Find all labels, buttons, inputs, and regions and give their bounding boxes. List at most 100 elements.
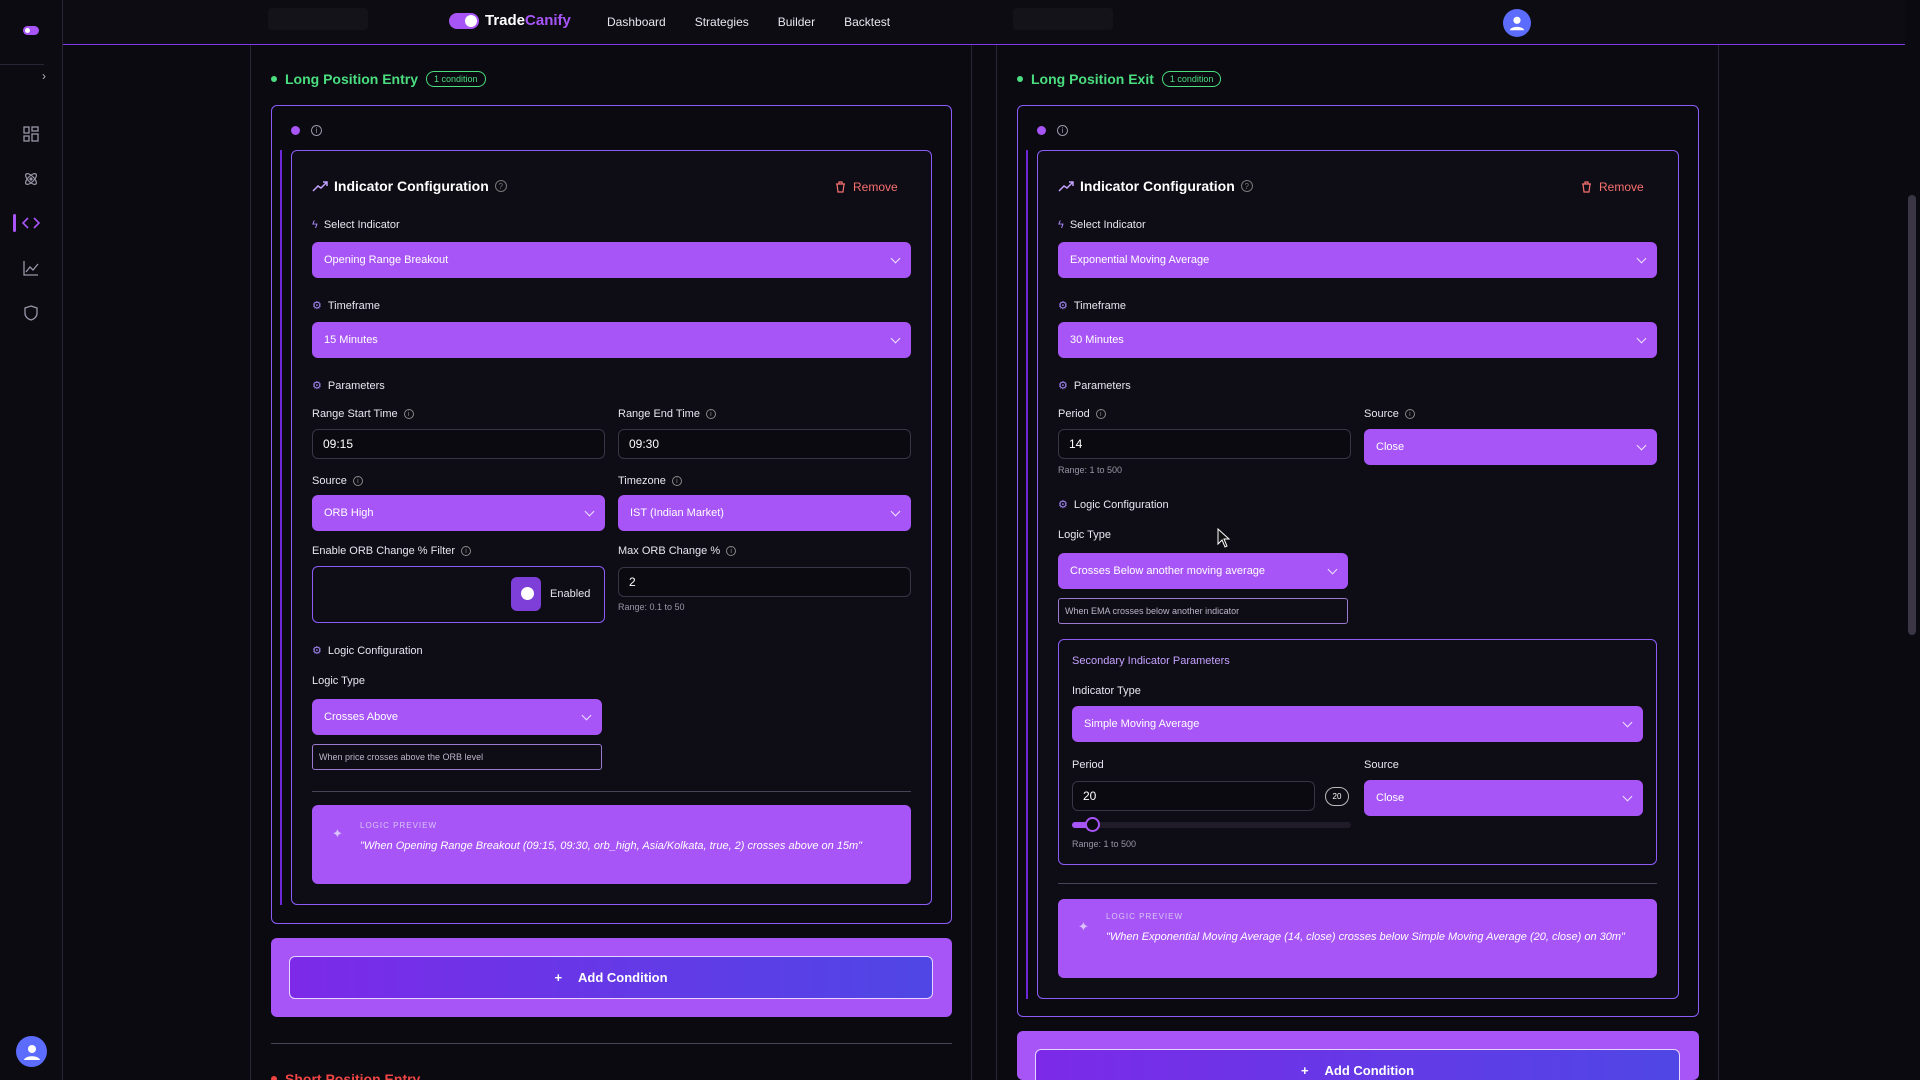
logic-preview-heading: LOGIC PREVIEW — [1106, 912, 1184, 921]
max-orb-label: Max ORB Change % i — [618, 545, 737, 557]
sec-period-label: Period — [1072, 759, 1104, 771]
range-end-label: Range End Time i — [618, 408, 716, 420]
indicator-type-select[interactable]: Simple Moving Average — [1072, 706, 1643, 742]
info-icon[interactable]: i — [705, 409, 716, 419]
secondary-params-title: Secondary Indicator Parameters — [1072, 655, 1230, 667]
sec-period-value-badge: 20 — [1325, 787, 1349, 806]
help-icon[interactable]: ? — [494, 180, 507, 192]
info-icon[interactable]: i — [311, 125, 322, 136]
sec-period-hint: Range: 1 to 500 — [1072, 839, 1137, 849]
timezone-label: Timezone i — [618, 475, 682, 487]
info-icon[interactable]: i — [403, 409, 414, 419]
section-title: Long Position Exit — [1031, 71, 1154, 87]
remove-button[interactable]: Remove — [835, 180, 898, 194]
info-icon[interactable]: i — [726, 546, 737, 556]
remove-label: Remove — [1599, 180, 1644, 194]
remove-label: Remove — [853, 180, 898, 194]
parameters-label: ⚙ Parameters — [1058, 379, 1131, 393]
logic-type-select[interactable]: Crosses Above — [312, 699, 602, 735]
atom-icon[interactable] — [20, 168, 42, 190]
nav-strategies[interactable]: Strategies — [695, 15, 749, 29]
mouse-cursor-icon — [1217, 528, 1231, 548]
select-indicator-label: ϟ Select Indicator — [312, 219, 400, 231]
chevron-down-icon — [1622, 717, 1633, 728]
source-select[interactable]: ORB High — [312, 495, 605, 531]
brand[interactable]: TradeCanify — [449, 12, 571, 29]
indicator-select[interactable]: Exponential Moving Average — [1058, 242, 1657, 278]
gear-icon: ⚙ — [312, 645, 322, 657]
brand-logo-icon — [449, 12, 479, 29]
max-orb-hint: Range: 0.1 to 50 — [618, 602, 685, 612]
indicator-type-label: Indicator Type — [1072, 685, 1141, 697]
code-icon[interactable] — [13, 212, 42, 234]
remove-button[interactable]: Remove — [1581, 180, 1644, 194]
long-exit-header: Long Position Exit 1 condition — [1017, 71, 1222, 87]
user-menu-avatar[interactable] — [1503, 9, 1531, 37]
timezone-select[interactable]: IST (Indian Market) — [618, 495, 911, 531]
chevron-down-icon — [1636, 253, 1647, 264]
help-icon[interactable]: ? — [1240, 180, 1253, 192]
dashboard-grid-icon[interactable] — [20, 123, 42, 145]
timeframe-select[interactable]: 30 Minutes — [1058, 322, 1657, 358]
range-end-input[interactable]: 09:30 — [618, 429, 911, 459]
condition-count-badge: 1 condition — [426, 71, 486, 87]
long-entry-header: Long Position Entry 1 condition — [271, 71, 486, 87]
sec-source-select[interactable]: Close — [1364, 780, 1643, 816]
parameters-label: ⚙ Parameters — [312, 379, 385, 393]
source-label: Source i — [312, 475, 363, 487]
logic-type-label: Logic Type — [1058, 529, 1112, 541]
scrollbar-thumb[interactable] — [1908, 195, 1916, 635]
logic-type-select[interactable]: Crosses Below another moving average — [1058, 553, 1348, 589]
gear-icon: ⚙ — [312, 300, 322, 312]
slider-handle[interactable] — [1085, 817, 1100, 832]
indicator-select[interactable]: Opening Range Breakout — [312, 242, 911, 278]
shield-icon[interactable] — [20, 302, 42, 324]
chevron-down-icon — [890, 253, 901, 264]
secondary-params-card — [1058, 639, 1657, 865]
indicator-config-title: Indicator Configuration ? — [1058, 178, 1253, 194]
card-title-text: Indicator Configuration — [1080, 178, 1235, 194]
logic-config-label: ⚙ Logic Configuration — [312, 644, 423, 658]
chevron-down-icon — [581, 710, 592, 721]
sec-period-input[interactable]: 20 — [1072, 781, 1315, 811]
nav-builder[interactable]: Builder — [778, 15, 815, 29]
info-icon[interactable]: i — [461, 546, 472, 556]
indicator-config-title: Indicator Configuration ? — [312, 178, 507, 194]
add-condition-button[interactable]: + Add Condition — [1035, 1049, 1680, 1080]
timeframe-label: ⚙ Timeframe — [312, 299, 381, 313]
sec-period-slider[interactable] — [1072, 817, 1351, 832]
status-dot — [271, 1076, 277, 1080]
sparkle-icon: ✦ — [1078, 919, 1089, 934]
plus-icon: + — [1300, 1063, 1309, 1078]
condition-rule — [280, 150, 282, 905]
source-select[interactable]: Close — [1364, 429, 1657, 465]
timeframe-select[interactable]: 15 Minutes — [312, 322, 911, 358]
info-icon[interactable]: i — [1057, 125, 1068, 136]
info-icon[interactable]: i — [671, 476, 682, 486]
condition-dot — [1037, 126, 1046, 135]
sparkle-icon: ✦ — [332, 826, 343, 841]
brand-name: TradeCanify — [485, 12, 571, 29]
user-avatar[interactable] — [16, 1036, 47, 1067]
info-icon[interactable]: i — [1404, 409, 1415, 419]
max-orb-input[interactable]: 2 — [618, 567, 911, 597]
chart-line-icon[interactable] — [20, 257, 42, 279]
timeframe-label: ⚙ Timeframe — [1058, 299, 1127, 313]
nav-backtest[interactable]: Backtest — [844, 15, 890, 29]
orb-filter-toggle[interactable] — [511, 577, 541, 611]
expand-sidebar-icon[interactable]: › — [42, 69, 46, 83]
add-condition-button[interactable]: + Add Condition — [289, 956, 933, 999]
info-icon[interactable]: i — [1095, 409, 1106, 419]
nav-dashboard[interactable]: Dashboard — [607, 15, 666, 29]
logo-icon[interactable] — [23, 26, 39, 35]
logic-description: When EMA crosses below another indicator — [1058, 598, 1348, 624]
sidebar-divider — [0, 64, 44, 65]
period-input[interactable]: 14 — [1058, 429, 1351, 459]
condition-count-badge: 1 condition — [1161, 71, 1222, 87]
logic-preview: ✦ LOGIC PREVIEW "When Opening Range Brea… — [312, 805, 911, 884]
gear-icon: ⚙ — [1058, 380, 1068, 392]
info-icon[interactable]: i — [352, 476, 363, 486]
sidebar: › — [0, 0, 63, 1080]
range-start-input[interactable]: 09:15 — [312, 429, 605, 459]
logic-preview-text: "When Exponential Moving Average (14, cl… — [1106, 931, 1625, 943]
